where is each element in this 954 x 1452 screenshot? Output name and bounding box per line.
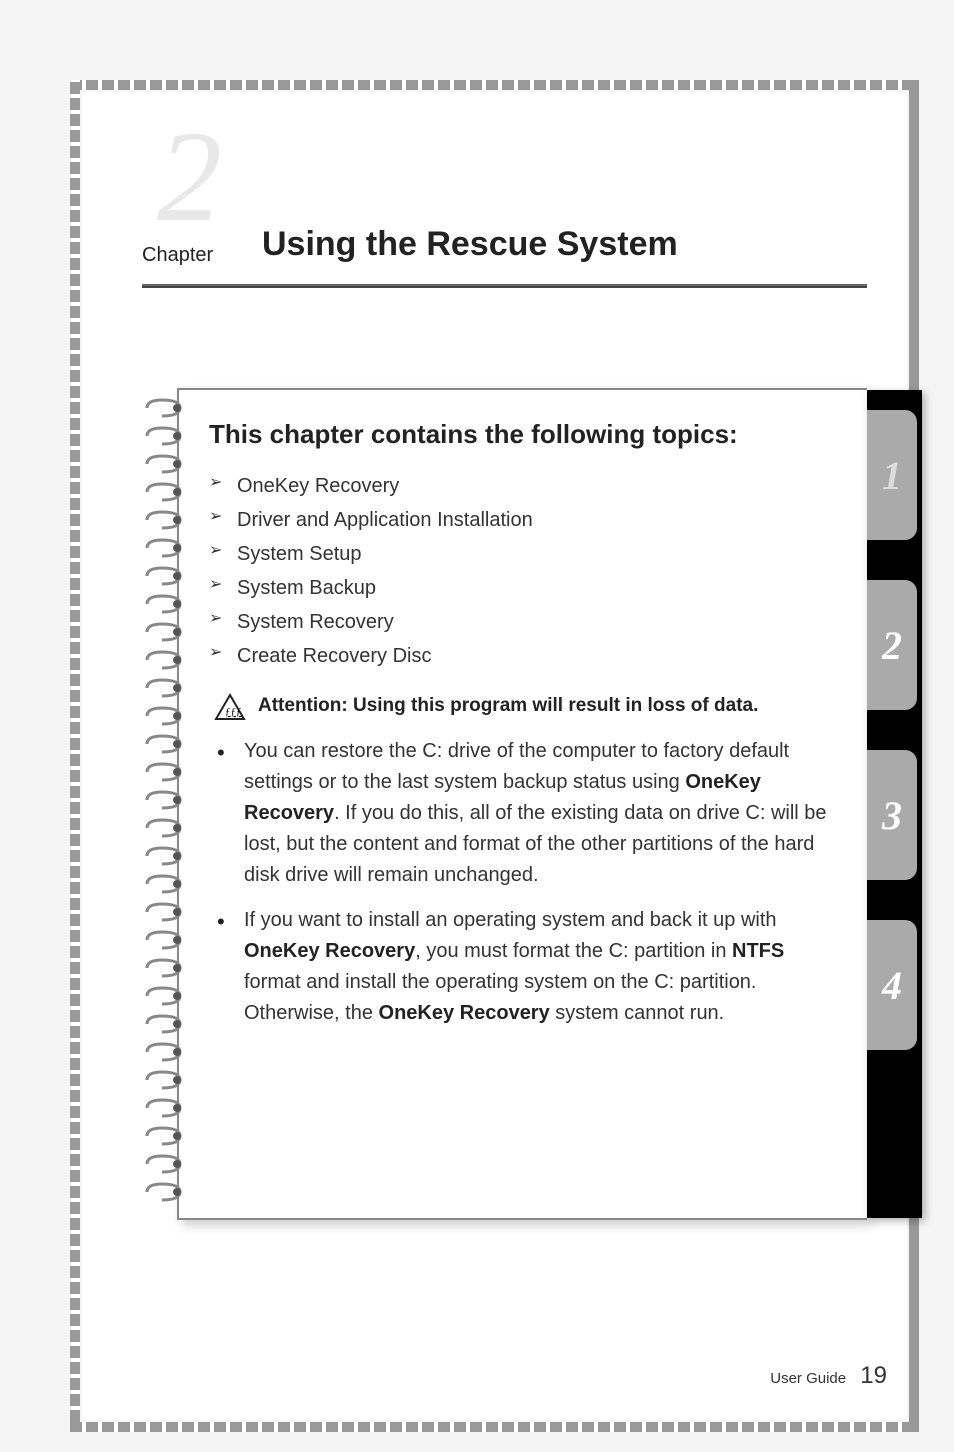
spiral-ring-icon — [142, 874, 184, 894]
spiral-ring-icon — [142, 930, 184, 950]
spiral-ring-icon — [142, 790, 184, 810]
page-number: 19 — [860, 1362, 887, 1389]
spiral-ring-icon — [142, 1014, 184, 1034]
spiral-ring-icon — [142, 958, 184, 978]
spiral-ring-icon — [142, 482, 184, 502]
spiral-ring-icon — [142, 902, 184, 922]
warning-icon: ƒƒƒ — [214, 693, 246, 721]
chapter-number: 2 — [157, 112, 222, 242]
topic-item: System Setup — [209, 537, 837, 571]
spiral-ring-icon — [142, 818, 184, 838]
page-content: 2 Chapter Using the Rescue System This c… — [82, 92, 907, 1420]
bullet-bold-text: NTFS — [732, 940, 784, 962]
attention-text: Attention: Using this program will resul… — [258, 693, 758, 721]
page-border-left — [70, 80, 80, 1422]
chapter-header: 2 Chapter Using the Rescue System — [142, 132, 867, 272]
spiral-ring-icon — [142, 594, 184, 614]
spiral-ring-icon — [142, 762, 184, 782]
topics-heading: This chapter contains the following topi… — [209, 415, 837, 454]
bullet-bold-text: OneKey Recovery — [379, 1002, 550, 1024]
spiral-ring-icon — [142, 1042, 184, 1062]
topic-item: Driver and Application Installation — [209, 503, 837, 537]
tab-column: 1 2 3 4 — [867, 390, 922, 1218]
spiral-ring-icon — [142, 1070, 184, 1090]
svg-text:ƒƒƒ: ƒƒƒ — [225, 706, 242, 718]
spiral-ring-icon — [142, 566, 184, 586]
bullet-list: You can restore the C: drive of the comp… — [209, 736, 837, 1029]
chapter-title: Using the Rescue System — [262, 225, 867, 272]
bullet-text: If you want to install an operating syst… — [244, 909, 777, 931]
attention-block: ƒƒƒ Attention: Using this program will r… — [209, 693, 837, 721]
spiral-ring-icon — [142, 706, 184, 726]
title-underline — [142, 282, 867, 288]
bullet-item: You can restore the C: drive of the comp… — [209, 736, 837, 891]
spiral-ring-icon — [142, 398, 184, 418]
spiral-ring-icon — [142, 454, 184, 474]
spiral-ring-icon — [142, 1154, 184, 1174]
spiral-ring-icon — [142, 622, 184, 642]
page-border-top — [70, 80, 919, 90]
spiral-ring-icon — [142, 1126, 184, 1146]
bullet-text: system cannot run. — [550, 1002, 725, 1024]
bullet-bold-text: OneKey Recovery — [244, 940, 415, 962]
chapter-tab[interactable]: 4 — [867, 920, 917, 1050]
spiral-ring-icon — [142, 426, 184, 446]
bullet-item: If you want to install an operating syst… — [209, 905, 837, 1029]
spiral-ring-icon — [142, 538, 184, 558]
chapter-number-box: 2 Chapter — [142, 132, 242, 272]
spiral-ring-icon — [142, 678, 184, 698]
topic-item: System Recovery — [209, 605, 837, 639]
topic-item: Create Recovery Disc — [209, 639, 837, 673]
topic-item: System Backup — [209, 571, 837, 605]
spiral-binding — [142, 388, 192, 1220]
spiral-ring-icon — [142, 846, 184, 866]
page-footer: User Guide 19 — [770, 1362, 887, 1390]
spiral-ring-icon — [142, 1098, 184, 1118]
chapter-tab[interactable]: 2 — [867, 580, 917, 710]
chapter-label: Chapter — [142, 244, 213, 267]
spiral-ring-icon — [142, 1182, 184, 1202]
spiral-ring-icon — [142, 734, 184, 754]
topic-list: OneKey Recovery Driver and Application I… — [209, 469, 837, 673]
content-box: This chapter contains the following topi… — [177, 388, 867, 1220]
page-border-bottom — [70, 1422, 919, 1432]
spiral-ring-icon — [142, 986, 184, 1006]
content-area: This chapter contains the following topi… — [142, 388, 867, 1220]
spiral-ring-icon — [142, 650, 184, 670]
chapter-tab[interactable]: 3 — [867, 750, 917, 880]
chapter-tab[interactable]: 1 — [867, 410, 917, 540]
topic-item: OneKey Recovery — [209, 469, 837, 503]
spiral-ring-icon — [142, 510, 184, 530]
bullet-text: , you must format the C: partition in — [415, 940, 732, 962]
footer-label: User Guide — [770, 1370, 846, 1387]
